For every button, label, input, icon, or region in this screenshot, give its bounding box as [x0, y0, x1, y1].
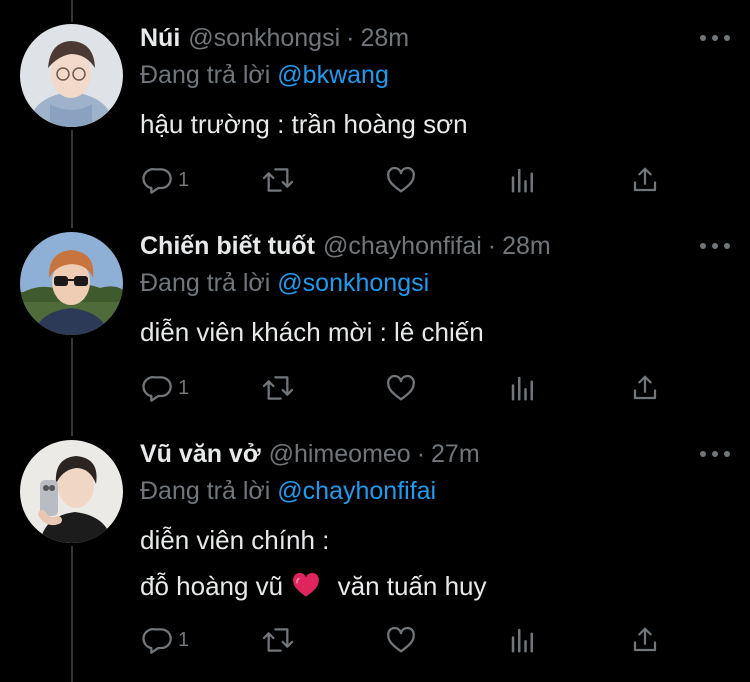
- more-icon[interactable]: [700, 444, 730, 464]
- retweet-icon: [262, 628, 294, 652]
- analytics-button[interactable]: [508, 370, 538, 406]
- reply-count: 1: [178, 628, 190, 651]
- analytics-button[interactable]: [508, 622, 538, 658]
- analytics-button[interactable]: [508, 162, 538, 198]
- timestamp[interactable]: 28m: [502, 232, 551, 261]
- mention-link[interactable]: @chayhonfifai: [277, 477, 436, 505]
- tweet-text: hậu trường : trần hoàng sơn: [140, 109, 468, 139]
- tweet-actions: 1: [140, 162, 685, 198]
- retweet-button[interactable]: [260, 162, 296, 198]
- avatar[interactable]: [20, 232, 123, 335]
- tweet[interactable]: Núi @sonkhongsi · 28m Đang trả lời @bkwa…: [0, 0, 750, 208]
- tweet-text: diễn viên chính : đỗ hoàng vũ văn tuấn h…: [140, 519, 730, 610]
- replying-to-label: Đang trả lời: [140, 61, 271, 89]
- reply-icon: [142, 168, 172, 194]
- reply-button[interactable]: 1: [142, 162, 189, 198]
- tweet-text: diễn viên khách mời : lê chiến: [140, 317, 484, 347]
- like-button[interactable]: [384, 622, 418, 658]
- retweet-button[interactable]: [260, 622, 296, 658]
- reply-count: 1: [178, 168, 190, 191]
- replying-to-label: Đang trả lời: [140, 269, 271, 297]
- tweet-text-segment: đỗ hoàng vũ: [140, 571, 284, 601]
- user-handle[interactable]: @himeomeo: [269, 440, 411, 469]
- share-button[interactable]: [630, 370, 660, 406]
- like-button[interactable]: [384, 370, 418, 406]
- analytics-icon: [511, 376, 533, 401]
- tweet-text-line: đỗ hoàng vũ văn tuấn huy: [140, 565, 730, 610]
- display-name[interactable]: Vũ văn vở: [140, 440, 261, 469]
- tweet[interactable]: Chiến biết tuốt @chayhonfifai · 28m Đang…: [0, 208, 750, 416]
- avatar[interactable]: [20, 24, 123, 127]
- like-icon: [387, 166, 415, 193]
- timestamp[interactable]: 28m: [360, 24, 409, 53]
- share-icon: [633, 375, 657, 400]
- analytics-icon: [511, 168, 533, 193]
- separator-dot: ·: [487, 232, 497, 260]
- replying-to-label: Đang trả lời: [140, 477, 271, 505]
- like-button[interactable]: [384, 162, 418, 198]
- share-icon: [633, 167, 657, 192]
- reply-button[interactable]: 1: [142, 370, 189, 406]
- more-icon[interactable]: [700, 28, 730, 48]
- more-icon[interactable]: [700, 236, 730, 256]
- display-name[interactable]: Chiến biết tuốt: [140, 232, 315, 261]
- share-icon: [633, 627, 657, 652]
- display-name[interactable]: Núi: [140, 24, 180, 53]
- analytics-icon: [511, 628, 533, 653]
- separator-dot: ·: [346, 24, 355, 52]
- tweet-header: Chiến biết tuốt @chayhonfifai · 28m: [140, 232, 730, 266]
- retweet-icon: [262, 376, 294, 400]
- timestamp[interactable]: 27m: [431, 440, 480, 469]
- user-handle[interactable]: @sonkhongsi: [188, 24, 340, 53]
- tweet-text-line: diễn viên chính :: [140, 525, 330, 555]
- user-handle[interactable]: @chayhonfifai: [323, 232, 482, 261]
- tweet-text-segment: văn tuấn huy: [337, 571, 487, 601]
- avatar[interactable]: [20, 440, 123, 543]
- mention-link[interactable]: @bkwang: [277, 61, 389, 89]
- heart-emoji: [292, 568, 320, 610]
- reply-icon: [142, 628, 172, 654]
- tweet[interactable]: Vũ văn vở @himeomeo · 27m Đang trả lời @…: [0, 416, 750, 682]
- like-icon: [387, 626, 415, 653]
- reply-button[interactable]: 1: [142, 622, 189, 658]
- replying-to: Đang trả lời @bkwang: [140, 61, 730, 95]
- replying-to: Đang trả lời @sonkhongsi: [140, 269, 730, 303]
- mention-link[interactable]: @sonkhongsi: [277, 269, 429, 297]
- separator-dot: ·: [416, 440, 426, 468]
- share-button[interactable]: [630, 162, 660, 198]
- like-icon: [387, 374, 415, 401]
- retweet-button[interactable]: [260, 370, 296, 406]
- replying-to: Đang trả lời @chayhonfifai: [140, 477, 730, 511]
- tweet-header: Vũ văn vở @himeomeo · 27m: [140, 440, 730, 474]
- retweet-icon: [262, 168, 294, 192]
- reply-count: 1: [178, 376, 190, 399]
- share-button[interactable]: [630, 622, 660, 658]
- reply-icon: [142, 376, 172, 402]
- tweet-header: Núi @sonkhongsi · 28m: [140, 24, 730, 58]
- tweet-actions: 1: [140, 622, 685, 658]
- tweet-actions: 1: [140, 370, 685, 406]
